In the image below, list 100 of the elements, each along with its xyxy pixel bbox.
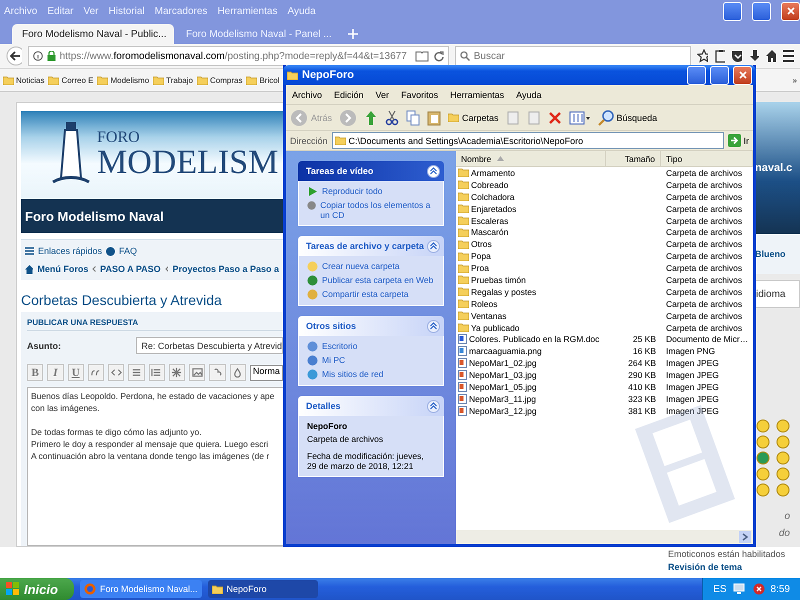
user-link[interactable]: Blueno	[755, 249, 786, 259]
collapse-icon[interactable]	[427, 240, 440, 252]
format-button[interactable]	[209, 364, 226, 381]
column-header[interactable]: Tipo	[661, 151, 753, 166]
file-name[interactable]: NepoMar3_12.jpg	[456, 406, 606, 416]
menu-item[interactable]: Herramientas	[450, 90, 504, 100]
panel-header[interactable]: Otros sitios	[298, 316, 444, 336]
menu-icon[interactable]	[782, 49, 794, 63]
home-icon[interactable]	[764, 49, 776, 63]
file-name[interactable]: Proa	[456, 263, 606, 274]
up-folder-button[interactable]	[364, 110, 378, 126]
format-button[interactable]	[148, 364, 165, 381]
format-button[interactable]: I	[47, 364, 64, 381]
minimize-button[interactable]	[723, 2, 742, 20]
copy-button[interactable]	[406, 110, 420, 126]
file-name[interactable]: NepoMar1_05.jpg	[456, 382, 606, 392]
quick-links-link[interactable]: Enlaces rápidos	[38, 246, 102, 256]
file-name[interactable]: NepoMar1_02.jpg	[456, 358, 606, 368]
maximize-button[interactable]	[710, 66, 729, 84]
message-field[interactable]: Buenos días Leopoldo. Perdona, he estado de vacaciones y ape con las imágenes. De todas formas te digo cómo las adjunto yo. Primero le doy a responder al mensaje que quiera. Luego escri A continuación abro la ventana donde tengo las imágenes (de r	[27, 387, 283, 546]
format-button[interactable]: U	[68, 364, 84, 381]
file-name[interactable]: Pruebas timón	[456, 274, 606, 285]
minimize-button[interactable]	[687, 66, 706, 84]
breadcrumb-link[interactable]: PASO A PASO	[100, 264, 161, 274]
bookmark-folder[interactable]: Trabajo	[153, 76, 193, 84]
bookmark-folder[interactable]: Bricol	[246, 76, 280, 84]
scroll-right-icon[interactable]	[739, 531, 751, 543]
format-button[interactable]	[168, 364, 186, 381]
pocket-icon[interactable]	[730, 49, 742, 63]
task-link[interactable]: Escritorio	[307, 341, 435, 352]
bookmark-folder[interactable]: Modelismo	[97, 76, 150, 84]
menu-item[interactable]: Archivo	[292, 90, 322, 100]
format-button[interactable]	[230, 364, 246, 381]
file-name[interactable]: Colores. Publicado en la RGM.doc	[456, 334, 606, 344]
taskbar-button[interactable]: Foro Modelismo Naval...	[80, 580, 202, 598]
start-button[interactable]: Inicio	[0, 578, 74, 600]
reload-icon[interactable]	[432, 50, 444, 62]
search-button[interactable]: Búsqueda	[598, 110, 658, 126]
file-name[interactable]: Otros	[456, 239, 606, 250]
menu-item[interactable]: Favoritos	[401, 90, 438, 100]
file-name[interactable]: Regalas y postes	[456, 286, 606, 297]
browser-tab[interactable]: Foro Modelismo Naval - Public...	[12, 24, 174, 44]
bookmark-folder[interactable]: Noticias	[3, 76, 44, 84]
file-name[interactable]: Roleos	[456, 298, 606, 309]
file-name[interactable]: Colchadora	[456, 192, 606, 202]
file-name[interactable]: Cobreado	[456, 180, 606, 190]
shield-icon[interactable]	[752, 583, 765, 595]
column-header[interactable]: Tamaño	[606, 151, 661, 166]
collapse-icon[interactable]	[427, 400, 440, 412]
views-button[interactable]	[568, 110, 591, 124]
panel-header[interactable]: Detalles	[298, 396, 444, 416]
file-name[interactable]: Escaleras	[456, 216, 606, 226]
file-name[interactable]: Ya publicado	[456, 322, 606, 333]
format-button[interactable]	[108, 364, 124, 381]
collapse-icon[interactable]	[427, 164, 440, 178]
file-name[interactable]: marcaaguamia.png	[456, 346, 606, 356]
format-button[interactable]	[189, 364, 206, 381]
download-icon[interactable]	[748, 49, 759, 63]
breadcrumb-link[interactable]: Proyectos Paso a Paso a	[172, 264, 279, 274]
close-button[interactable]	[781, 2, 800, 20]
format-button[interactable]	[88, 364, 104, 381]
task-link[interactable]: Publicar esta carpeta en Web	[307, 275, 435, 286]
close-button[interactable]	[733, 66, 752, 84]
cut-button[interactable]	[385, 110, 400, 126]
go-button[interactable]: Ir	[728, 134, 749, 147]
delete-button[interactable]	[548, 110, 562, 124]
file-name[interactable]: NepoMar1_03.jpg	[456, 370, 606, 380]
file-name[interactable]: Armamento	[456, 168, 606, 178]
file-name[interactable]: Enjaretados	[456, 204, 606, 214]
address-field[interactable]: C:\Documents and Settings\Academia\Escritorio\NepoForo	[332, 132, 724, 149]
collapse-icon[interactable]	[427, 320, 440, 332]
file-name[interactable]: NepoMar3_11.jpg	[456, 394, 606, 404]
panel-header[interactable]: Tareas de vídeo	[298, 161, 444, 181]
menu-item[interactable]: Ver	[376, 90, 390, 100]
folders-button[interactable]: Carpetas	[448, 112, 499, 122]
format-button[interactable]: B	[27, 364, 44, 381]
search-field[interactable]: Buscar	[454, 46, 691, 66]
task-link[interactable]: Crear nueva carpeta	[307, 261, 435, 272]
new-tab-icon[interactable]	[348, 29, 358, 39]
task-link[interactable]: Copiar todos los elementos a un CD	[307, 200, 435, 220]
faq-link[interactable]: FAQ	[119, 246, 138, 256]
task-link[interactable]: Compartir esta carpeta	[307, 289, 435, 300]
file-name[interactable]: Mascarón	[456, 227, 606, 238]
horizontal-scrollbar[interactable]	[456, 530, 753, 544]
back-arrow-icon[interactable]	[6, 46, 22, 66]
column-header[interactable]: Nombre	[456, 151, 606, 166]
bookmark-folder[interactable]: Correo E	[48, 76, 94, 84]
language-field[interactable]: idioma	[755, 280, 800, 308]
star-icon[interactable]	[696, 49, 708, 63]
font-size-select[interactable]: Norma	[250, 364, 283, 380]
file-name[interactable]: Popa	[456, 251, 606, 262]
reader-view-icon[interactable]	[414, 50, 429, 62]
task-link[interactable]: Mi PC	[307, 355, 435, 366]
subject-field[interactable]: Re: Corbetas Descubierta y Atrevid	[136, 337, 283, 354]
breadcrumb-link[interactable]: Menú Foros	[37, 264, 88, 274]
menu-item[interactable]: Ayuda	[516, 90, 542, 100]
url-field[interactable]: https://www.foromodelismonaval.com/posting.php?mode=reply&f=44&t=13677	[28, 46, 449, 66]
restore-button[interactable]	[752, 2, 771, 20]
more-bookmarks-button[interactable]: »	[792, 76, 797, 84]
bookmark-folder[interactable]: Compras	[196, 76, 242, 84]
